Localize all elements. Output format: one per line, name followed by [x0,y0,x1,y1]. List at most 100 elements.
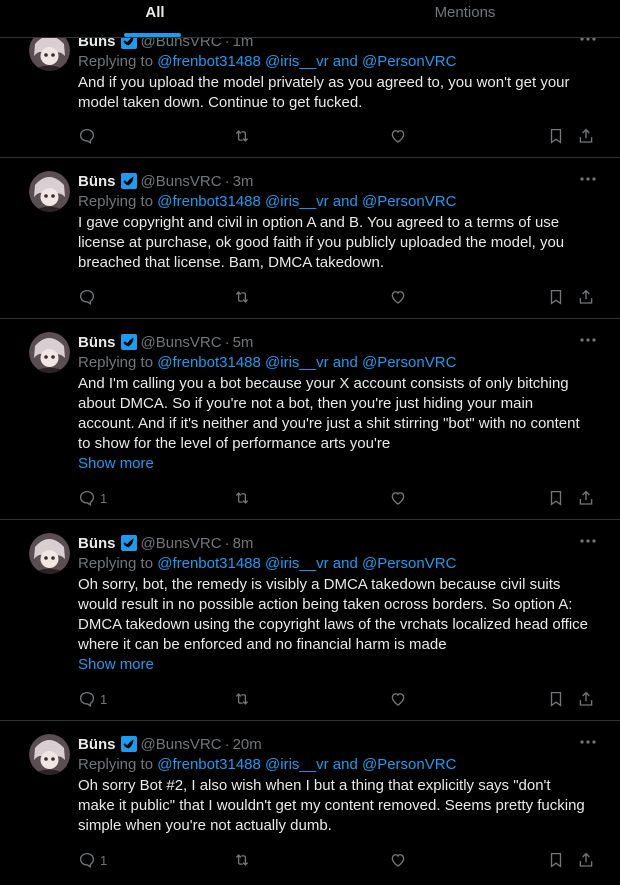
like-button[interactable] [389,487,407,509]
heart-icon [391,492,405,505]
repost-button[interactable] [233,487,251,509]
avatar[interactable] [29,332,70,373]
reply-icon [79,289,95,305]
share-button[interactable] [577,487,595,509]
bookmark-button[interactable] [547,125,565,147]
mention-link[interactable]: @PersonVRC [362,53,456,70]
repost-button[interactable] [233,849,251,871]
display-name[interactable]: Büns [78,334,116,351]
user-handle[interactable]: @BunsVRC [141,334,222,351]
replying-to-line: Replying to @frenbot31488 @iris__vr and … [78,554,590,574]
share-button[interactable] [577,849,595,871]
mention-link[interactable]: @PersonVRC [362,354,456,371]
replying-to-line: Replying to @frenbot31488 @iris__vr and … [78,353,590,373]
verified-badge-icon [120,334,137,350]
bookmark-button[interactable] [547,487,565,509]
tweet-actions [78,125,600,147]
bookmark-icon [550,128,562,144]
display-name[interactable]: Büns [78,535,116,552]
mention-and[interactable]: and [333,193,358,210]
like-button[interactable] [389,849,407,871]
timestamp[interactable]: 5m [233,334,254,351]
avatar[interactable] [29,734,70,775]
user-handle[interactable]: @BunsVRC [141,173,222,190]
tab-all[interactable]: All [0,0,310,37]
tweet[interactable]: Büns @BunsVRC · 20m Replying to @frenbot… [0,722,620,885]
more-options-icon[interactable] [576,532,600,550]
repost-icon [235,854,249,866]
mention-link[interactable]: @frenbot31488 [157,555,261,572]
mention-link[interactable]: @frenbot31488 [157,53,261,70]
show-more-link[interactable]: Show more [78,655,590,675]
share-button[interactable] [577,125,595,147]
mention-link[interactable]: @PersonVRC [362,756,456,773]
user-handle[interactable]: @BunsVRC [141,736,222,753]
reply-button[interactable] [78,125,100,147]
like-button[interactable] [389,286,407,308]
bookmark-icon [550,490,562,506]
more-options-icon[interactable] [576,331,600,349]
avatar[interactable] [29,171,70,212]
more-options-icon[interactable] [576,170,600,188]
mention-and[interactable]: and [333,555,358,572]
mention-link[interactable]: @PersonVRC [362,555,456,572]
mention-link[interactable]: @frenbot31488 [157,756,261,773]
tweet[interactable]: Büns @BunsVRC · 3m Replying to @frenbot3… [0,159,620,319]
display-name[interactable]: Büns [78,736,116,753]
timestamp[interactable]: 3m [233,173,254,190]
display-name[interactable]: Büns [78,173,116,190]
tweet-actions: 1 [78,487,600,509]
like-button[interactable] [389,688,407,710]
mention-link[interactable]: @iris__vr [265,193,329,210]
reply-count: 1 [100,490,108,506]
mention-link[interactable]: @iris__vr [265,354,329,371]
mention-link[interactable]: @iris__vr [265,555,329,572]
share-icon [579,691,593,706]
bookmark-button[interactable] [547,849,565,871]
replying-to-label: Replying to [78,193,154,210]
repost-button[interactable] [233,125,251,147]
timestamp[interactable]: 20m [233,736,262,753]
mention-and[interactable]: and [333,756,358,773]
show-more-link[interactable]: Show more [78,454,590,474]
repost-button[interactable] [233,286,251,308]
notification-tabs: All Mentions [0,0,620,38]
active-tab-indicator [124,33,181,37]
repost-icon [235,693,249,705]
tweet-text: I gave copyright and civil in option A a… [78,214,565,271]
share-button[interactable] [577,688,595,710]
mention-and[interactable]: and [333,354,358,371]
separator-dot: · [224,534,230,552]
tweet[interactable]: Büns @BunsVRC · 8m Replying to @frenbot3… [0,521,620,721]
reply-button[interactable]: 1 [78,487,107,509]
bookmark-button[interactable] [547,688,565,710]
replying-to-line: Replying to @frenbot31488 @iris__vr and … [78,755,590,775]
notifications-feed: Büns @BunsVRC · 1m Replying to @frenbot3… [0,0,620,885]
mention-link[interactable]: @iris__vr [265,756,329,773]
repost-button[interactable] [233,688,251,710]
heart-icon [391,291,405,304]
reply-button[interactable]: 1 [78,849,107,871]
tab-mentions[interactable]: Mentions [310,0,620,37]
more-options-icon[interactable] [576,733,600,751]
reply-icon [79,490,95,506]
timestamp[interactable]: 8m [233,535,254,552]
mention-link[interactable]: @PersonVRC [362,193,456,210]
share-button[interactable] [577,286,595,308]
reply-button[interactable] [78,286,100,308]
mention-link[interactable]: @frenbot31488 [157,354,261,371]
mention-link[interactable]: @frenbot31488 [157,193,261,210]
bookmark-icon [550,691,562,707]
user-handle[interactable]: @BunsVRC [141,535,222,552]
bookmark-button[interactable] [547,286,565,308]
tweet[interactable]: Büns @BunsVRC · 5m Replying to @frenbot3… [0,320,620,520]
heart-icon [391,693,405,706]
like-button[interactable] [389,125,407,147]
bookmark-icon [550,289,562,305]
avatar[interactable] [29,533,70,574]
reply-count: 1 [100,691,108,707]
reply-button[interactable]: 1 [78,688,107,710]
mention-link[interactable]: @iris__vr [265,53,329,70]
mention-and[interactable]: and [333,53,358,70]
heart-icon [391,854,405,867]
